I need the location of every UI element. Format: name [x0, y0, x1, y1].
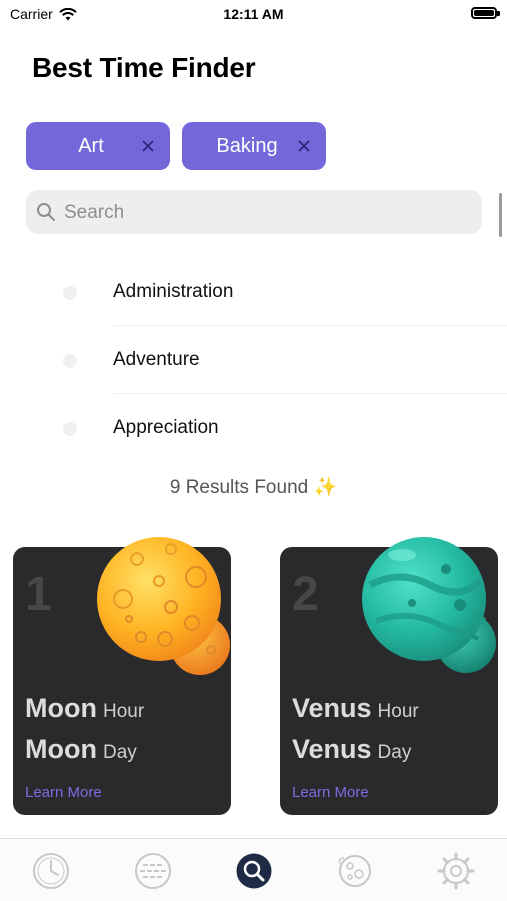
result-card-venus[interactable]: 2 Venus Hour Venus Day Learn More: [280, 537, 498, 815]
day-label: Day: [377, 742, 412, 763]
tab-list[interactable]: [133, 851, 173, 891]
search-bar[interactable]: [26, 190, 482, 236]
gear-icon: [437, 852, 475, 890]
card-hour-row: Venus Hour: [292, 693, 419, 724]
search-icon: [37, 203, 55, 221]
chip-label: Baking: [216, 134, 278, 157]
search-input[interactable]: [62, 190, 466, 236]
radio-dot[interactable]: [63, 286, 77, 300]
tab-search[interactable]: [234, 851, 274, 891]
list-item[interactable]: Appreciation: [0, 394, 507, 462]
tab-settings[interactable]: [436, 851, 476, 891]
day-planet: Venus: [292, 734, 372, 764]
list-item-label: Adventure: [113, 349, 200, 370]
result-card-moon[interactable]: 1 Moon Hour Moon Day Learn More: [13, 537, 231, 815]
battery-icon: [471, 7, 500, 19]
chip-art[interactable]: Art: [26, 122, 170, 170]
moon-planet-icon: [97, 537, 230, 675]
chip-label: Art: [78, 134, 104, 157]
card-rank: 1: [25, 568, 52, 621]
status-bar: Carrier 12:11 AM: [0, 0, 507, 28]
card-day-row: Moon Day: [25, 734, 137, 765]
list-item-label: Appreciation: [113, 417, 219, 438]
status-time: 12:11 AM: [223, 6, 284, 22]
card-rank: 2: [292, 568, 319, 621]
tab-bar: [0, 838, 507, 901]
hour-label: Hour: [377, 701, 419, 722]
card-hour-row: Moon Hour: [25, 693, 144, 724]
scrollbar[interactable]: [499, 193, 502, 237]
card-day-row: Venus Day: [292, 734, 411, 765]
tab-planet[interactable]: [335, 851, 375, 891]
close-icon[interactable]: [294, 134, 314, 158]
search-icon: [236, 853, 272, 889]
tab-clock[interactable]: [31, 851, 71, 891]
list-item[interactable]: Administration: [0, 258, 507, 326]
hour-label: Hour: [102, 701, 145, 722]
learn-more-link[interactable]: Learn More: [25, 784, 102, 801]
close-icon[interactable]: [138, 134, 158, 158]
results-count: 9 Results Found ✨: [169, 477, 338, 498]
chip-baking[interactable]: Baking: [182, 122, 326, 170]
hour-planet: Moon: [25, 693, 97, 723]
planet-icon: [338, 855, 371, 887]
page-title: Best Time Finder: [32, 52, 256, 83]
list-item[interactable]: Adventure: [0, 326, 507, 394]
radio-dot[interactable]: [63, 354, 77, 368]
hour-planet: Venus: [292, 693, 372, 723]
day-label: Day: [102, 742, 137, 763]
list-icon: [135, 853, 171, 889]
learn-more-link[interactable]: Learn More: [292, 784, 369, 801]
day-planet: Moon: [25, 734, 97, 764]
radio-dot[interactable]: [63, 422, 77, 436]
venus-planet-icon: [362, 537, 496, 673]
clock-icon: [33, 853, 69, 889]
list-item-label: Administration: [113, 281, 234, 302]
